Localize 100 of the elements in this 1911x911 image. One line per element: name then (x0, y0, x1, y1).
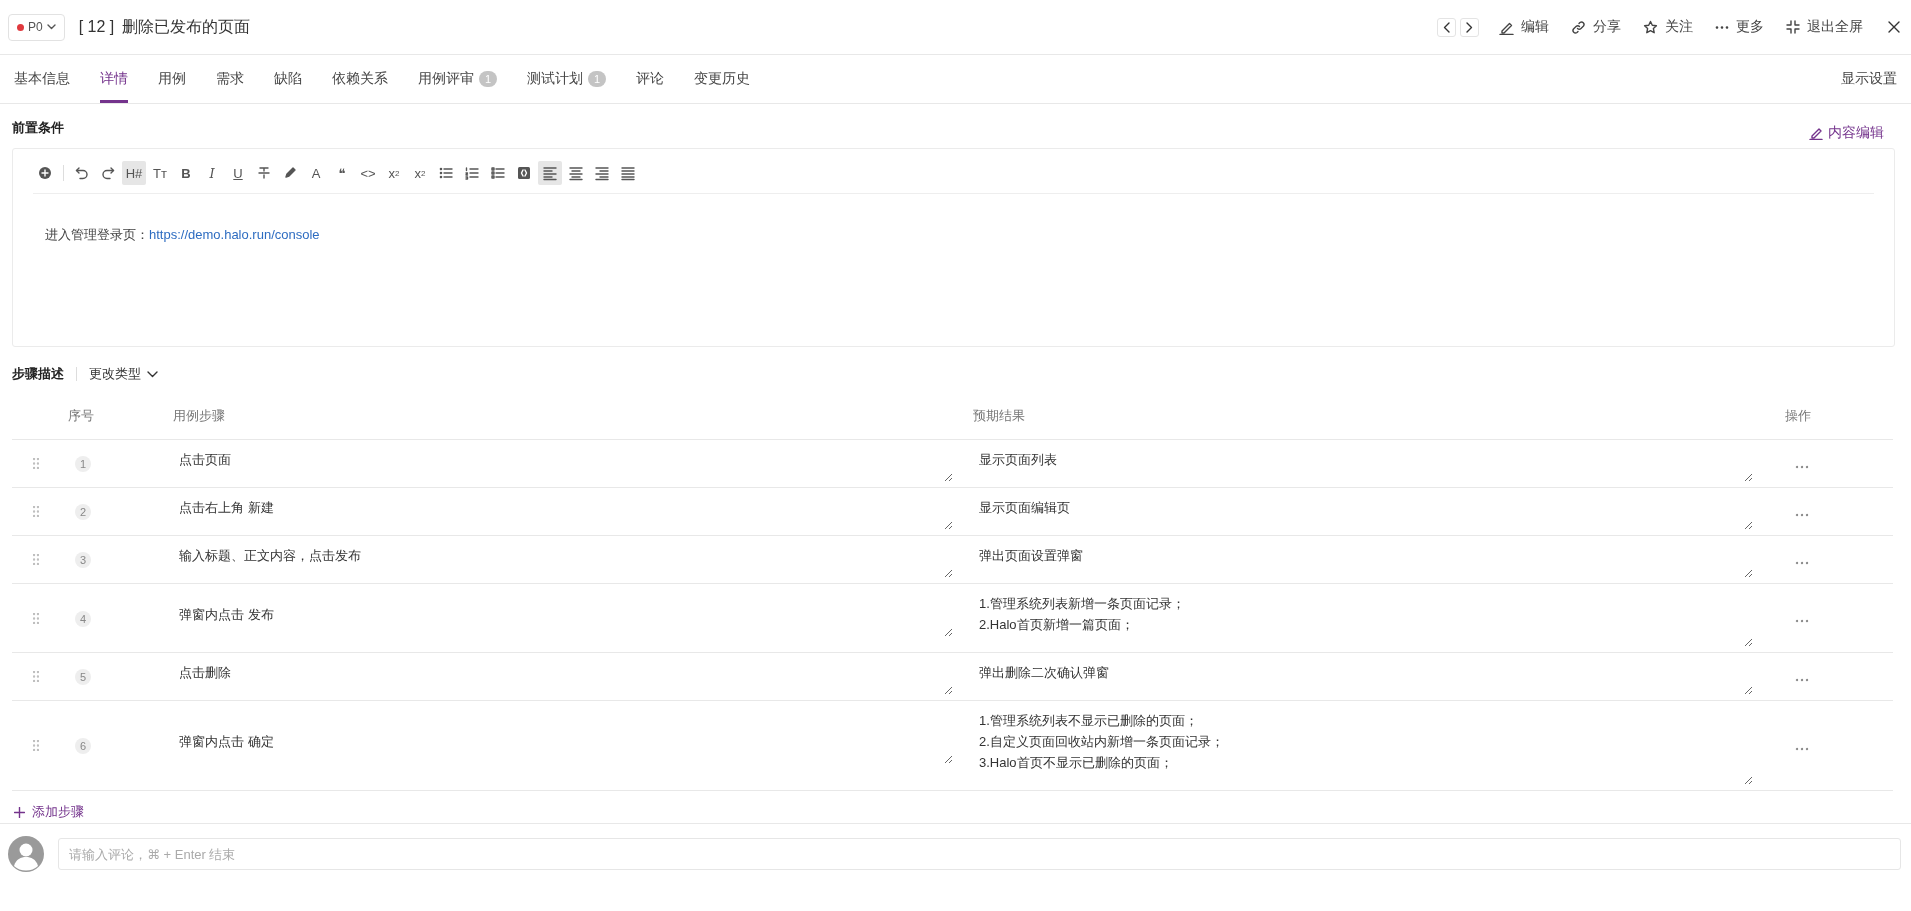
priority-select[interactable]: P0 (8, 13, 65, 41)
item-id: [ 12 ] (78, 18, 115, 36)
toolbar-button[interactable]: U (226, 161, 250, 185)
step-number: 1 (75, 456, 91, 472)
expected-result-field[interactable]: 1.管理系统列表新增一条页面记录； 2.Halo首页新增一篇页面； (965, 589, 1753, 647)
toolbar-button[interactable]: ❝ (330, 161, 354, 185)
close-button[interactable] (1887, 20, 1901, 34)
drag-handle-icon[interactable] (33, 554, 39, 565)
drag-handle-icon[interactable] (33, 506, 39, 517)
toolbar-button[interactable]: H# (122, 161, 146, 185)
more-icon (1795, 560, 1809, 565)
tab[interactable]: 详情 (100, 55, 128, 103)
step-number: 4 (75, 610, 91, 627)
action-button[interactable]: 更多 (1715, 18, 1764, 36)
action-button[interactable]: 分享 (1571, 18, 1621, 36)
expected-result-field[interactable]: 1.管理系统列表不显示已删除的页面； 2.自定义页面回收站内新增一条页面记录； 3.Halo首页不显示已删除的页面； (965, 706, 1753, 785)
toolbar-button[interactable]: I (200, 161, 224, 185)
next-button[interactable] (1460, 17, 1479, 37)
step-number: 6 (75, 738, 91, 754)
more-icon (1795, 464, 1809, 469)
step-field[interactable]: 弹窗内点击 确定 (165, 727, 953, 764)
more-icon (1795, 746, 1809, 751)
count-badge: 1 (479, 71, 497, 87)
display-settings-button[interactable]: 显示设置 (1841, 70, 1897, 88)
highlighter-icon (283, 165, 297, 181)
step-field[interactable]: 点击右上角 新建 (165, 493, 953, 530)
align-center-icon (569, 165, 583, 181)
drag-handle-icon[interactable] (33, 671, 39, 682)
redo-icon (101, 165, 115, 181)
editor-text: 进入管理登录页：https://demo.halo.run/console (44, 226, 321, 244)
chevron-right-icon (1466, 21, 1473, 33)
chevron-down-icon (147, 370, 158, 378)
column-header: 序号 (67, 407, 95, 425)
step-field[interactable]: 点击页面 (165, 445, 953, 482)
add-step-button[interactable]: 添加步骤 (0, 791, 98, 823)
more-icon (1795, 512, 1809, 517)
step-field[interactable]: 点击删除 (165, 658, 953, 695)
section-title: 步骤描述 (12, 365, 64, 383)
tab[interactable]: 测试计划 1 (527, 55, 606, 103)
change-type-dropdown[interactable]: 更改类型 (89, 365, 158, 383)
more-icon (1795, 619, 1809, 623)
count-badge: 1 (588, 71, 606, 87)
collapse-icon (1786, 20, 1800, 34)
expected-result-field[interactable]: 显示页面编辑页 (965, 493, 1753, 530)
tab[interactable]: 用例 (158, 55, 186, 103)
comment-field[interactable]: 请输入评论，⌘ + Enter 结束 (58, 838, 1901, 870)
tab[interactable]: 需求 (216, 55, 244, 103)
column-header: 预期结果 (972, 407, 1026, 425)
numbered-list-icon (465, 165, 479, 181)
more-icon (1715, 25, 1729, 29)
drag-handle-icon[interactable] (33, 458, 39, 469)
close-icon (1887, 20, 1901, 34)
section-title: 前置条件 (12, 119, 64, 137)
tab[interactable]: 变更历史 (694, 55, 750, 103)
drag-handle-icon[interactable] (33, 612, 39, 624)
code-block-icon (517, 165, 531, 181)
avatar-icon (8, 836, 44, 872)
tab[interactable]: 缺陷 (274, 55, 302, 103)
previous-button[interactable] (1437, 17, 1456, 37)
toolbar-button[interactable]: B (174, 161, 198, 185)
toolbar-button[interactable]: Tт (148, 161, 172, 185)
expected-result-field[interactable]: 弹出删除二次确认弹窗 (965, 658, 1753, 695)
chevron-down-icon (46, 24, 56, 30)
url-link[interactable]: https://demo.halo.run/console (149, 227, 320, 242)
action-button[interactable]: 退出全屏 (1786, 18, 1863, 36)
tab[interactable]: 依赖关系 (332, 55, 388, 103)
add-icon (38, 165, 52, 181)
toolbar-button[interactable]: A (304, 161, 328, 185)
align-left-icon (543, 165, 557, 181)
toolbar-button[interactable]: x$^{2}$ (382, 161, 406, 185)
tab[interactable]: 评论 (636, 55, 664, 103)
star-icon (1643, 19, 1658, 35)
link-icon (1571, 19, 1586, 35)
chevron-left-icon (1443, 21, 1450, 33)
step-field[interactable]: 弹窗内点击 发布 (165, 599, 953, 637)
checklist-icon (491, 165, 505, 181)
action-button[interactable]: 关注 (1643, 18, 1693, 36)
pencil-icon (1809, 126, 1823, 140)
strikethrough-icon (257, 165, 271, 181)
item-title: 删除已发布的页面 (122, 16, 251, 37)
drag-handle-icon[interactable] (33, 740, 39, 751)
expected-result-field[interactable]: 弹出页面设置弹窗 (965, 541, 1753, 578)
toolbar-button[interactable] (538, 161, 562, 185)
action-button[interactable]: 编辑 (1499, 18, 1549, 36)
undo-icon (75, 165, 89, 181)
justify-icon (621, 165, 635, 181)
step-field[interactable]: 输入标题、正文内容，点击发布 (165, 541, 953, 578)
content-edit-link[interactable]: 内容编辑 (1809, 124, 1884, 142)
step-number: 3 (75, 552, 91, 568)
step-number: 5 (75, 669, 91, 685)
toolbar-button[interactable]: <> (356, 161, 380, 185)
column-header: 用例步骤 (172, 407, 226, 425)
plus-icon (14, 806, 25, 818)
step-number: 2 (75, 504, 91, 520)
bullet-list-icon (439, 165, 453, 181)
align-right-icon (595, 165, 609, 181)
expected-result-field[interactable]: 显示页面列表 (965, 445, 1753, 482)
tab[interactable]: 基本信息 (14, 55, 70, 103)
more-icon (1795, 677, 1809, 682)
tab[interactable]: 用例评审 1 (418, 55, 497, 103)
